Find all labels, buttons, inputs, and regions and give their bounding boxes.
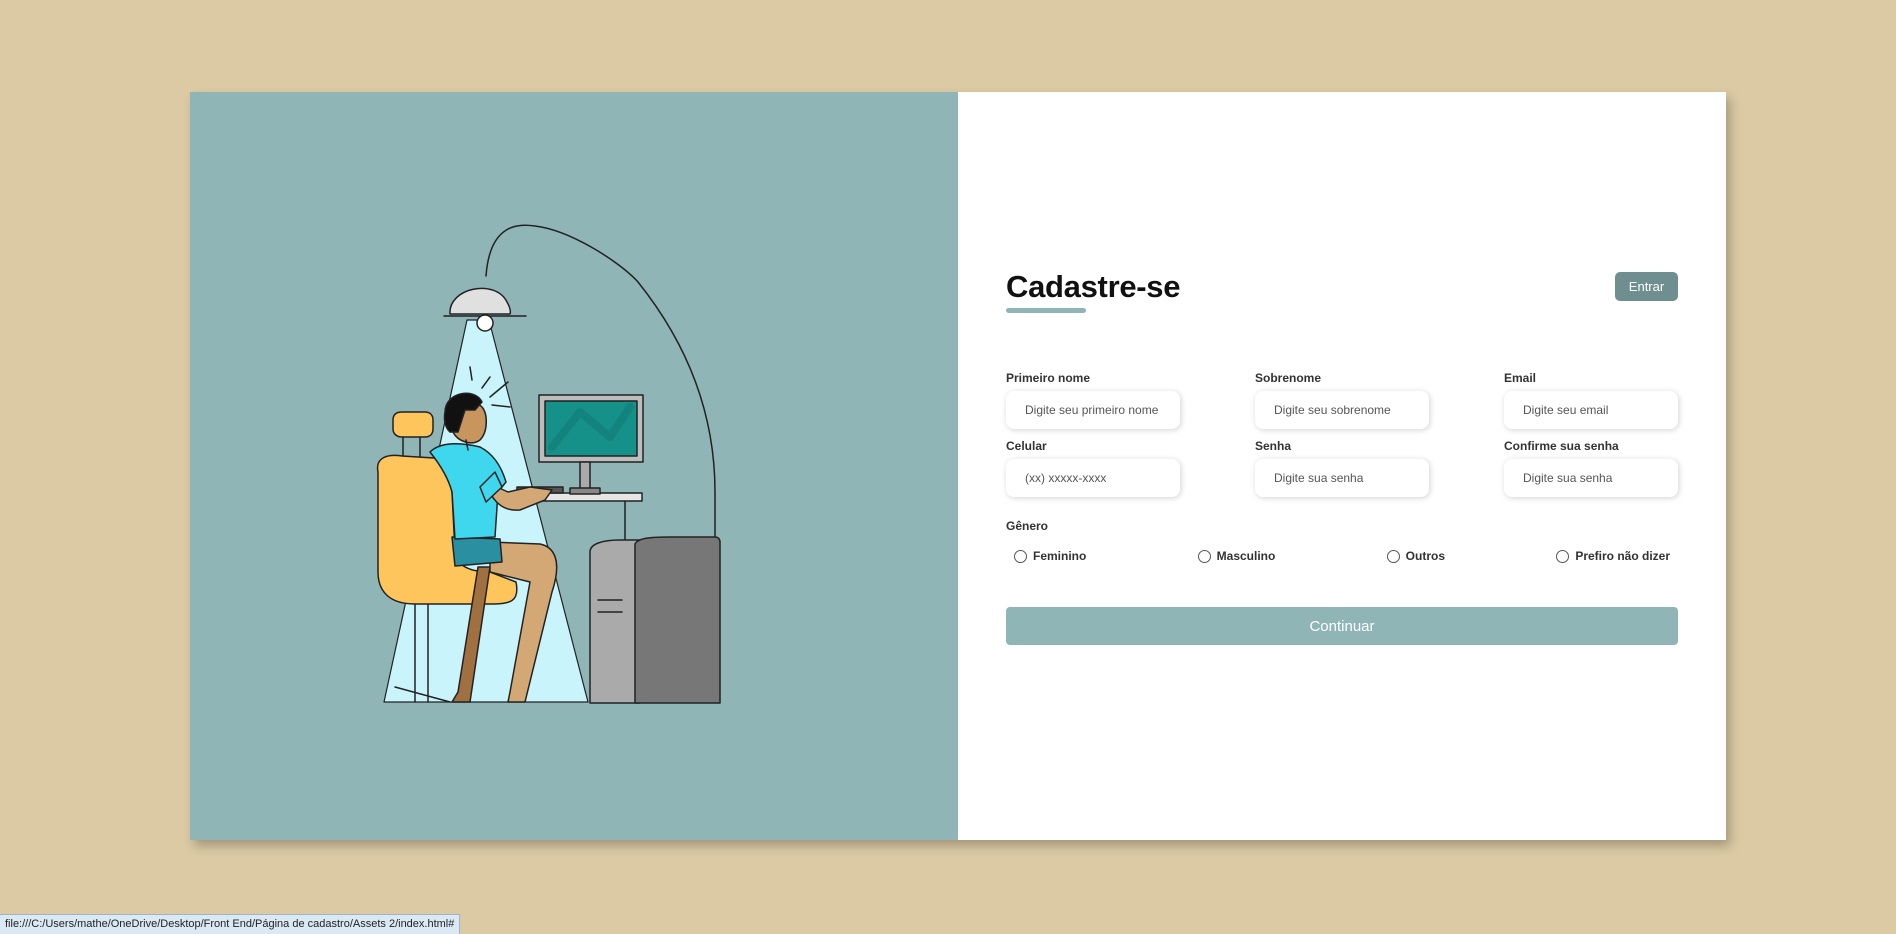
last-name-field-group: Sobrenome [1255,371,1429,429]
page-title: Cadastre-se [1006,269,1181,304]
confirm-password-field-group: Confirme sua senha [1504,439,1678,497]
phone-input[interactable] [1006,459,1180,497]
status-bar-url: file:///C:/Users/mathe/OneDrive/Desktop/… [0,914,461,934]
gender-option-other[interactable]: Outros [1386,549,1445,563]
gender-option-label: Masculino [1216,549,1276,563]
radio-other[interactable] [1386,549,1400,563]
signup-form: Cadastre-se Entrar Primeiro nome Sobreno… [1006,270,1678,645]
gender-option-female[interactable]: Feminino [1014,549,1086,563]
chair-headrest [392,411,434,438]
radio-prefer-not-say[interactable] [1556,549,1570,563]
form-panel: Cadastre-se Entrar Primeiro nome Sobreno… [958,92,1726,840]
gender-option-label: Prefiro não dizer [1575,549,1670,563]
computer-tower-front [634,536,721,704]
email-input[interactable] [1504,391,1678,429]
password-input[interactable] [1255,459,1429,497]
gender-option-label: Outros [1405,549,1445,563]
continue-button[interactable]: Continuar [1006,607,1678,645]
person-at-computer-illustration [376,224,721,704]
first-name-field-group: Primeiro nome [1006,371,1180,429]
phone-label: Celular [1006,439,1047,453]
monitor-screen [544,400,638,457]
lamp-bulb [476,314,494,332]
gender-options: Feminino Masculino Outros Prefiro não di… [1006,549,1678,563]
first-name-input[interactable] [1006,391,1180,429]
gender-option-prefer-not-say[interactable]: Prefiro não dizer [1556,549,1670,563]
radio-male[interactable] [1197,549,1211,563]
shorts [451,536,503,567]
form-header: Cadastre-se Entrar [1006,270,1678,313]
radio-female[interactable] [1014,549,1027,563]
confirm-password-label: Confirme sua senha [1504,439,1619,453]
confirm-password-input[interactable] [1504,459,1678,497]
email-field-group: Email [1504,371,1678,429]
title-underline [1006,308,1086,313]
phone-field-group: Celular [1006,439,1180,497]
title-block: Cadastre-se [1006,270,1180,313]
gender-option-label: Feminino [1033,549,1087,563]
login-button[interactable]: Entrar [1615,272,1678,301]
input-grid: Primeiro nome Sobrenome Email Celular Se… [1006,371,1678,497]
last-name-label: Sobrenome [1255,371,1322,385]
first-name-label: Primeiro nome [1006,371,1091,385]
last-name-input[interactable] [1255,391,1429,429]
signup-card: Cadastre-se Entrar Primeiro nome Sobreno… [190,92,1726,840]
password-field-group: Senha [1255,439,1429,497]
email-label: Email [1504,371,1537,385]
gender-title: Gênero [1006,519,1049,533]
computer-tower-side [589,539,641,704]
illustration-panel [190,92,958,840]
lamp-shade [449,287,512,315]
gender-option-male[interactable]: Masculino [1197,549,1276,563]
password-label: Senha [1255,439,1292,453]
